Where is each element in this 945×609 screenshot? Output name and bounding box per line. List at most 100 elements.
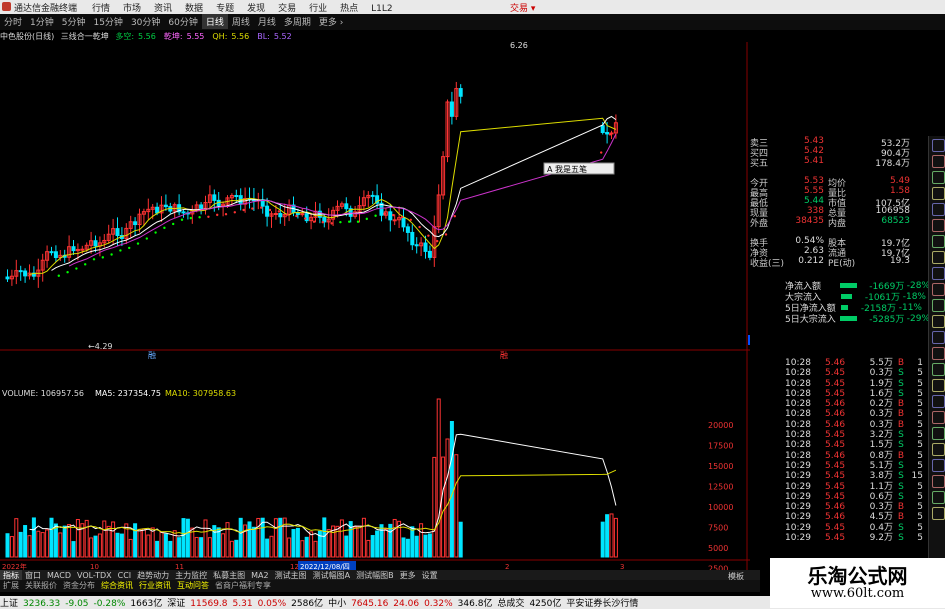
tool-icon[interactable] — [932, 395, 945, 408]
current-price-tag: 4.31 — [748, 335, 750, 345]
tool-icon[interactable] — [932, 443, 945, 456]
volume-bar — [168, 540, 173, 558]
period-tab[interactable]: 5分钟 — [58, 14, 90, 29]
tool-icon[interactable] — [932, 379, 945, 392]
tick-time: 10:28 — [785, 450, 811, 461]
menu-item[interactable]: 行业 — [309, 1, 327, 14]
tick-count: 5 — [917, 388, 923, 399]
quote-value: 5.42 — [803, 146, 824, 156]
volume-bar — [71, 541, 76, 558]
tool-icon[interactable] — [932, 475, 945, 488]
template-button[interactable]: 模板 — [728, 571, 744, 582]
period-tab[interactable]: 60分钟 — [164, 14, 201, 29]
tool-icon[interactable] — [932, 331, 945, 344]
period-tab[interactable]: 日线 — [201, 14, 228, 29]
period-tab[interactable]: 30分钟 — [127, 14, 164, 29]
volume-bar — [251, 526, 256, 558]
tick-price: 5.46 — [825, 512, 846, 523]
volume-bar — [427, 533, 432, 558]
tool-icon[interactable] — [932, 347, 945, 360]
tool-icon[interactable] — [932, 459, 945, 472]
menu-item[interactable]: 交易 — [278, 1, 296, 14]
period-tab[interactable]: 15分钟 — [89, 14, 126, 29]
menu-item[interactable]: 专题 — [216, 1, 234, 14]
menu-item[interactable]: L1L2 — [371, 4, 392, 14]
menu-item[interactable]: 行情 — [92, 1, 110, 14]
period-tab[interactable]: 1分钟 — [26, 14, 58, 29]
candle-body — [265, 205, 270, 217]
quote-value: 53.2万 — [880, 139, 910, 149]
tool-icon[interactable] — [932, 411, 945, 424]
tool-icon[interactable] — [932, 283, 945, 296]
tick-volume: 5.1万 — [869, 460, 893, 471]
indicator-tab[interactable]: CCI — [115, 571, 135, 580]
menu-item[interactable]: 发现 — [247, 1, 265, 14]
quote-row: 换手 0.54% 股本 19.7亿 — [750, 236, 926, 249]
tool-icon[interactable] — [932, 251, 945, 264]
tool-icon[interactable] — [932, 203, 945, 216]
candle-body — [458, 88, 463, 97]
indicator-number: 5.52 — [273, 32, 292, 41]
tool-icon[interactable] — [932, 235, 945, 248]
tick-direction: S — [898, 378, 904, 389]
quote-value: 2.63 — [803, 246, 824, 256]
tool-icon[interactable] — [932, 315, 945, 328]
tick-row: 10:29 5.45 5.1万 S 5 — [785, 461, 925, 471]
period-tab[interactable]: 月线 — [254, 14, 280, 29]
tool-icon[interactable] — [932, 267, 945, 280]
tool-icon[interactable] — [932, 171, 945, 184]
signal-dot — [304, 217, 307, 220]
tool-icon[interactable] — [932, 299, 945, 312]
extension-tab[interactable]: 综合资讯 — [98, 580, 136, 591]
extension-tab[interactable]: 互动问答 — [174, 580, 212, 591]
quote-row: 最高 5.55 量比 1.58 — [750, 186, 926, 199]
tool-icon[interactable] — [932, 507, 945, 520]
tick-volume: 4.5万 — [869, 512, 893, 523]
indicator-value: QH: 5.56 — [212, 32, 253, 41]
tick-row: 10:28 5.45 1.9万 S 5 — [785, 379, 925, 389]
tool-icon[interactable] — [932, 219, 945, 232]
menu-item[interactable]: 市场 — [123, 1, 141, 14]
tick-price: 5.45 — [825, 368, 846, 379]
menu-item[interactable]: 资讯 — [154, 1, 172, 14]
tool-icon[interactable] — [932, 139, 945, 152]
tool-icon[interactable] — [932, 491, 945, 504]
extension-tab[interactable]: 资金分布 — [60, 580, 98, 591]
flow-pct: -18% — [902, 291, 926, 302]
menu-item[interactable]: 热点 — [340, 1, 358, 14]
extension-tab[interactable]: 省商户福利专享 — [212, 580, 274, 591]
menu-item[interactable]: 数据 — [185, 1, 203, 14]
event-marker[interactable]: 融 — [500, 350, 508, 360]
extension-tab[interactable]: 扩展 — [0, 580, 22, 591]
indicator-tab[interactable]: MA2 — [248, 571, 271, 580]
signal-dot — [356, 220, 360, 223]
volume-axis-label: 10000 — [708, 503, 733, 512]
period-tab[interactable]: 周线 — [228, 14, 254, 29]
ime-popup[interactable]: A 我是五笔 — [543, 162, 615, 175]
candle-body — [392, 219, 397, 222]
event-marker[interactable]: 融 — [148, 350, 156, 360]
tick-time: 10:28 — [785, 399, 811, 410]
kline-chart[interactable]: 6.26←4.294.31A 我是五笔融融5.605.405.205.004.8… — [0, 42, 750, 570]
tool-icon[interactable] — [932, 155, 945, 168]
indicator-tab[interactable]: VOL-TDX — [74, 571, 115, 580]
tool-icon[interactable] — [932, 187, 945, 200]
quote-value: 19.3 — [889, 256, 910, 266]
trade-menu-button[interactable]: 交易 ▾ — [510, 1, 535, 14]
indicator-name[interactable]: 三线合一乾坤 — [61, 32, 109, 41]
volume-bar — [31, 517, 36, 558]
candle-body — [410, 231, 415, 246]
tick-time: 10:29 — [785, 522, 811, 533]
signal-dot — [251, 207, 254, 210]
ma5-legend: MA5: 237354.75 — [95, 389, 161, 398]
tool-icon[interactable] — [932, 427, 945, 440]
period-tab[interactable]: 分时 — [0, 14, 26, 29]
volume-bar — [449, 421, 454, 558]
period-tab[interactable]: 更多 › — [315, 14, 347, 29]
extension-tab[interactable]: 关联报价 — [22, 580, 60, 591]
extension-tab[interactable]: 行业资讯 — [136, 580, 174, 591]
tool-icon[interactable] — [932, 363, 945, 376]
period-tab[interactable]: 多周期 — [280, 14, 315, 29]
indicator-tab[interactable]: MACD — [44, 571, 74, 580]
watermark-title: 乐淘公式网 — [807, 564, 908, 588]
